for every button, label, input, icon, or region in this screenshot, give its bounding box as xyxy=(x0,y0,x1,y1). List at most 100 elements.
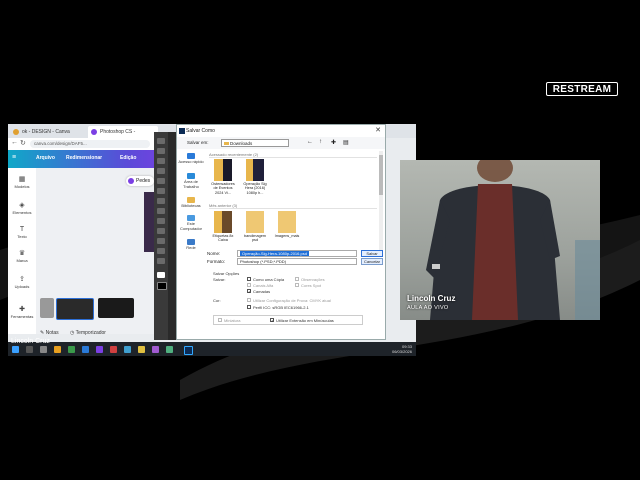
sidebar-item-elementos[interactable]: ◈ Elementos xyxy=(8,202,36,215)
folder-icon xyxy=(246,159,264,181)
search-icon[interactable] xyxy=(26,346,33,353)
format-select[interactable]: Photoshop (*.PSD;*.PDD) xyxy=(237,258,357,265)
taskbar-clock[interactable]: 09:33 06/03/2026 xyxy=(392,344,412,354)
marquee-tool-icon[interactable] xyxy=(157,148,165,154)
thumbnail-row: Miniatura ✓ Utilizar Extensão em Minúscul… xyxy=(213,315,363,325)
close-icon[interactable]: ✕ xyxy=(375,125,381,137)
sidebar-item-uploads[interactable]: ⇪ Uploads xyxy=(8,276,36,289)
address-bar: ← ↻ canva.com/design/DAF5... xyxy=(8,138,178,150)
gradient-tool-icon[interactable] xyxy=(157,208,165,214)
windows-start-icon[interactable] xyxy=(12,346,19,353)
tab-photoshop[interactable]: Photoshop CS - Photoshop BR... xyxy=(88,126,158,147)
file-name-input[interactable]: Operação-Sig-Hera-1080p-2016.psd xyxy=(237,250,357,257)
places-bar: Acesso rápido Área de Trabalho Bibliotec… xyxy=(177,149,205,259)
folder-icon xyxy=(214,159,232,181)
tab-canva[interactable]: ok - DESIGN - Canva xyxy=(10,126,82,138)
page-thumbnail[interactable] xyxy=(98,298,134,318)
move-tool-icon[interactable] xyxy=(157,138,165,144)
edge-icon[interactable] xyxy=(82,346,89,353)
reload-icon[interactable]: ↻ xyxy=(20,139,26,147)
stamp-tool-icon[interactable] xyxy=(157,188,165,194)
menu-redimensionar[interactable]: Redimensionar xyxy=(66,155,102,161)
notes-button[interactable]: ✎ Notas xyxy=(40,330,59,336)
save-button[interactable]: Salvar xyxy=(361,250,383,257)
proof-setup-checkbox[interactable]: Utilizar Configuração de Prova: CMYK atu… xyxy=(247,298,331,303)
hand-tool-icon[interactable] xyxy=(157,248,165,254)
menu-edicao[interactable]: Edição xyxy=(120,155,136,161)
file-item[interactable]: Operação Sig Hera (2016) 1080p h... xyxy=(241,159,269,195)
foreground-color-icon[interactable] xyxy=(157,272,165,278)
file-explorer-icon[interactable] xyxy=(54,346,61,353)
background-color-icon[interactable] xyxy=(157,282,167,290)
spot-colors-checkbox[interactable]: Cores Spot xyxy=(295,283,321,288)
canva-icon[interactable] xyxy=(96,346,103,353)
app-icon[interactable] xyxy=(152,346,159,353)
design-preview xyxy=(144,192,154,252)
view-menu-icon[interactable]: ▤ xyxy=(343,139,349,146)
pen-tool-icon[interactable] xyxy=(157,218,165,224)
file-list[interactable]: Acessado recentemente (2) Ostensadores d… xyxy=(207,151,379,253)
thumbnail-checkbox[interactable]: Miniatura xyxy=(218,318,240,323)
folder-icon xyxy=(214,211,232,233)
file-item[interactable]: Etiquetas 8x Caixa xyxy=(209,211,237,243)
file-item[interactable]: bandimagem psd xyxy=(241,211,269,243)
menu-icon[interactable]: ≡ xyxy=(12,154,16,161)
crown-icon: ♛ xyxy=(18,250,26,257)
place-network[interactable]: Rede xyxy=(177,239,205,251)
alpha-channels-checkbox[interactable]: Canais Alfa xyxy=(247,283,273,288)
app-icon[interactable] xyxy=(138,346,145,353)
sidebar-item-texto[interactable]: T Texto xyxy=(8,226,36,239)
timer-button[interactable]: ◷ Temporizador xyxy=(70,330,106,336)
menu-arquivo[interactable]: Arquivo xyxy=(36,155,55,161)
back-icon[interactable]: ← xyxy=(11,139,18,146)
cancel-button[interactable]: Cancelar xyxy=(361,258,383,265)
crop-tool-icon[interactable] xyxy=(157,168,165,174)
app-icon[interactable] xyxy=(166,346,173,353)
app-icon[interactable] xyxy=(124,346,131,353)
zoom-tool-icon[interactable] xyxy=(157,258,165,264)
lasso-tool-icon[interactable] xyxy=(157,158,165,164)
screen-overlay-name: Lincoln Cruz xyxy=(11,338,50,345)
windows-taskbar: 09:33 06/03/2026 xyxy=(8,342,416,356)
shape-tool-icon[interactable] xyxy=(157,238,165,244)
place-this-pc[interactable]: Este Computador xyxy=(177,215,205,231)
presenter-subtitle: AULA AO VIVO xyxy=(407,305,449,311)
as-copy-checkbox[interactable]: Como uma Cópia xyxy=(247,277,284,282)
brush-tool-icon[interactable] xyxy=(157,178,165,184)
save-in-select[interactable]: Downloads xyxy=(221,139,289,147)
sidebar-item-ferramentas[interactable]: ✚ Ferramentas xyxy=(8,306,36,319)
file-item[interactable]: Ostensadores de Eventos 2024 Vi... xyxy=(209,159,237,195)
sidebar-item-marca[interactable]: ♛ Marca xyxy=(8,250,36,263)
up-folder-icon[interactable]: ↑ xyxy=(319,139,322,145)
sidebar-item-modelos[interactable]: ▦ Modelos xyxy=(8,176,36,189)
place-quick-access[interactable]: Acesso rápido xyxy=(177,153,205,165)
folder-icon xyxy=(246,211,264,233)
notes-checkbox[interactable]: Observações xyxy=(295,277,325,282)
lowercase-extension-checkbox[interactable]: ✓ Utilizar Extensão em Minúsculas xyxy=(270,318,334,323)
dialog-titlebar: Salvar Como ✕ xyxy=(177,125,385,137)
place-libraries[interactable]: Bibliotecas xyxy=(177,197,205,209)
icc-profile-checkbox[interactable]: Perfil ICC: sRGB IEC61966-2.1 xyxy=(247,305,309,310)
folder-icon xyxy=(278,211,296,233)
new-folder-icon[interactable]: ✚ xyxy=(331,139,336,146)
app-icon[interactable] xyxy=(110,346,117,353)
task-view-icon[interactable] xyxy=(40,346,47,353)
photoshop-toolbar xyxy=(154,132,168,340)
canva-menubar: ≡ Arquivo Redimensionar Edição xyxy=(8,150,178,168)
file-item[interactable]: Imagens_mais xyxy=(273,211,301,238)
back-icon[interactable]: ← xyxy=(307,139,313,145)
url-field[interactable]: canva.com/design/DAF5... xyxy=(30,140,150,148)
photoshop-icon[interactable] xyxy=(184,346,193,355)
layers-checkbox[interactable]: ✓ Camadas xyxy=(247,289,270,294)
chrome-icon[interactable] xyxy=(68,346,75,353)
file-list-scrollbar[interactable] xyxy=(379,151,383,251)
presenter-name: Lincoln Cruz xyxy=(407,294,456,303)
page-thumbnail[interactable] xyxy=(56,298,94,320)
place-desktop[interactable]: Área de Trabalho xyxy=(177,173,205,189)
page-thumbnail[interactable] xyxy=(40,298,54,318)
text-icon: T xyxy=(19,226,25,233)
tools-icon: ✚ xyxy=(19,306,25,313)
type-tool-icon[interactable] xyxy=(157,228,165,234)
collaborator-pill[interactable]: Pedes xyxy=(126,176,155,186)
eraser-tool-icon[interactable] xyxy=(157,198,165,204)
